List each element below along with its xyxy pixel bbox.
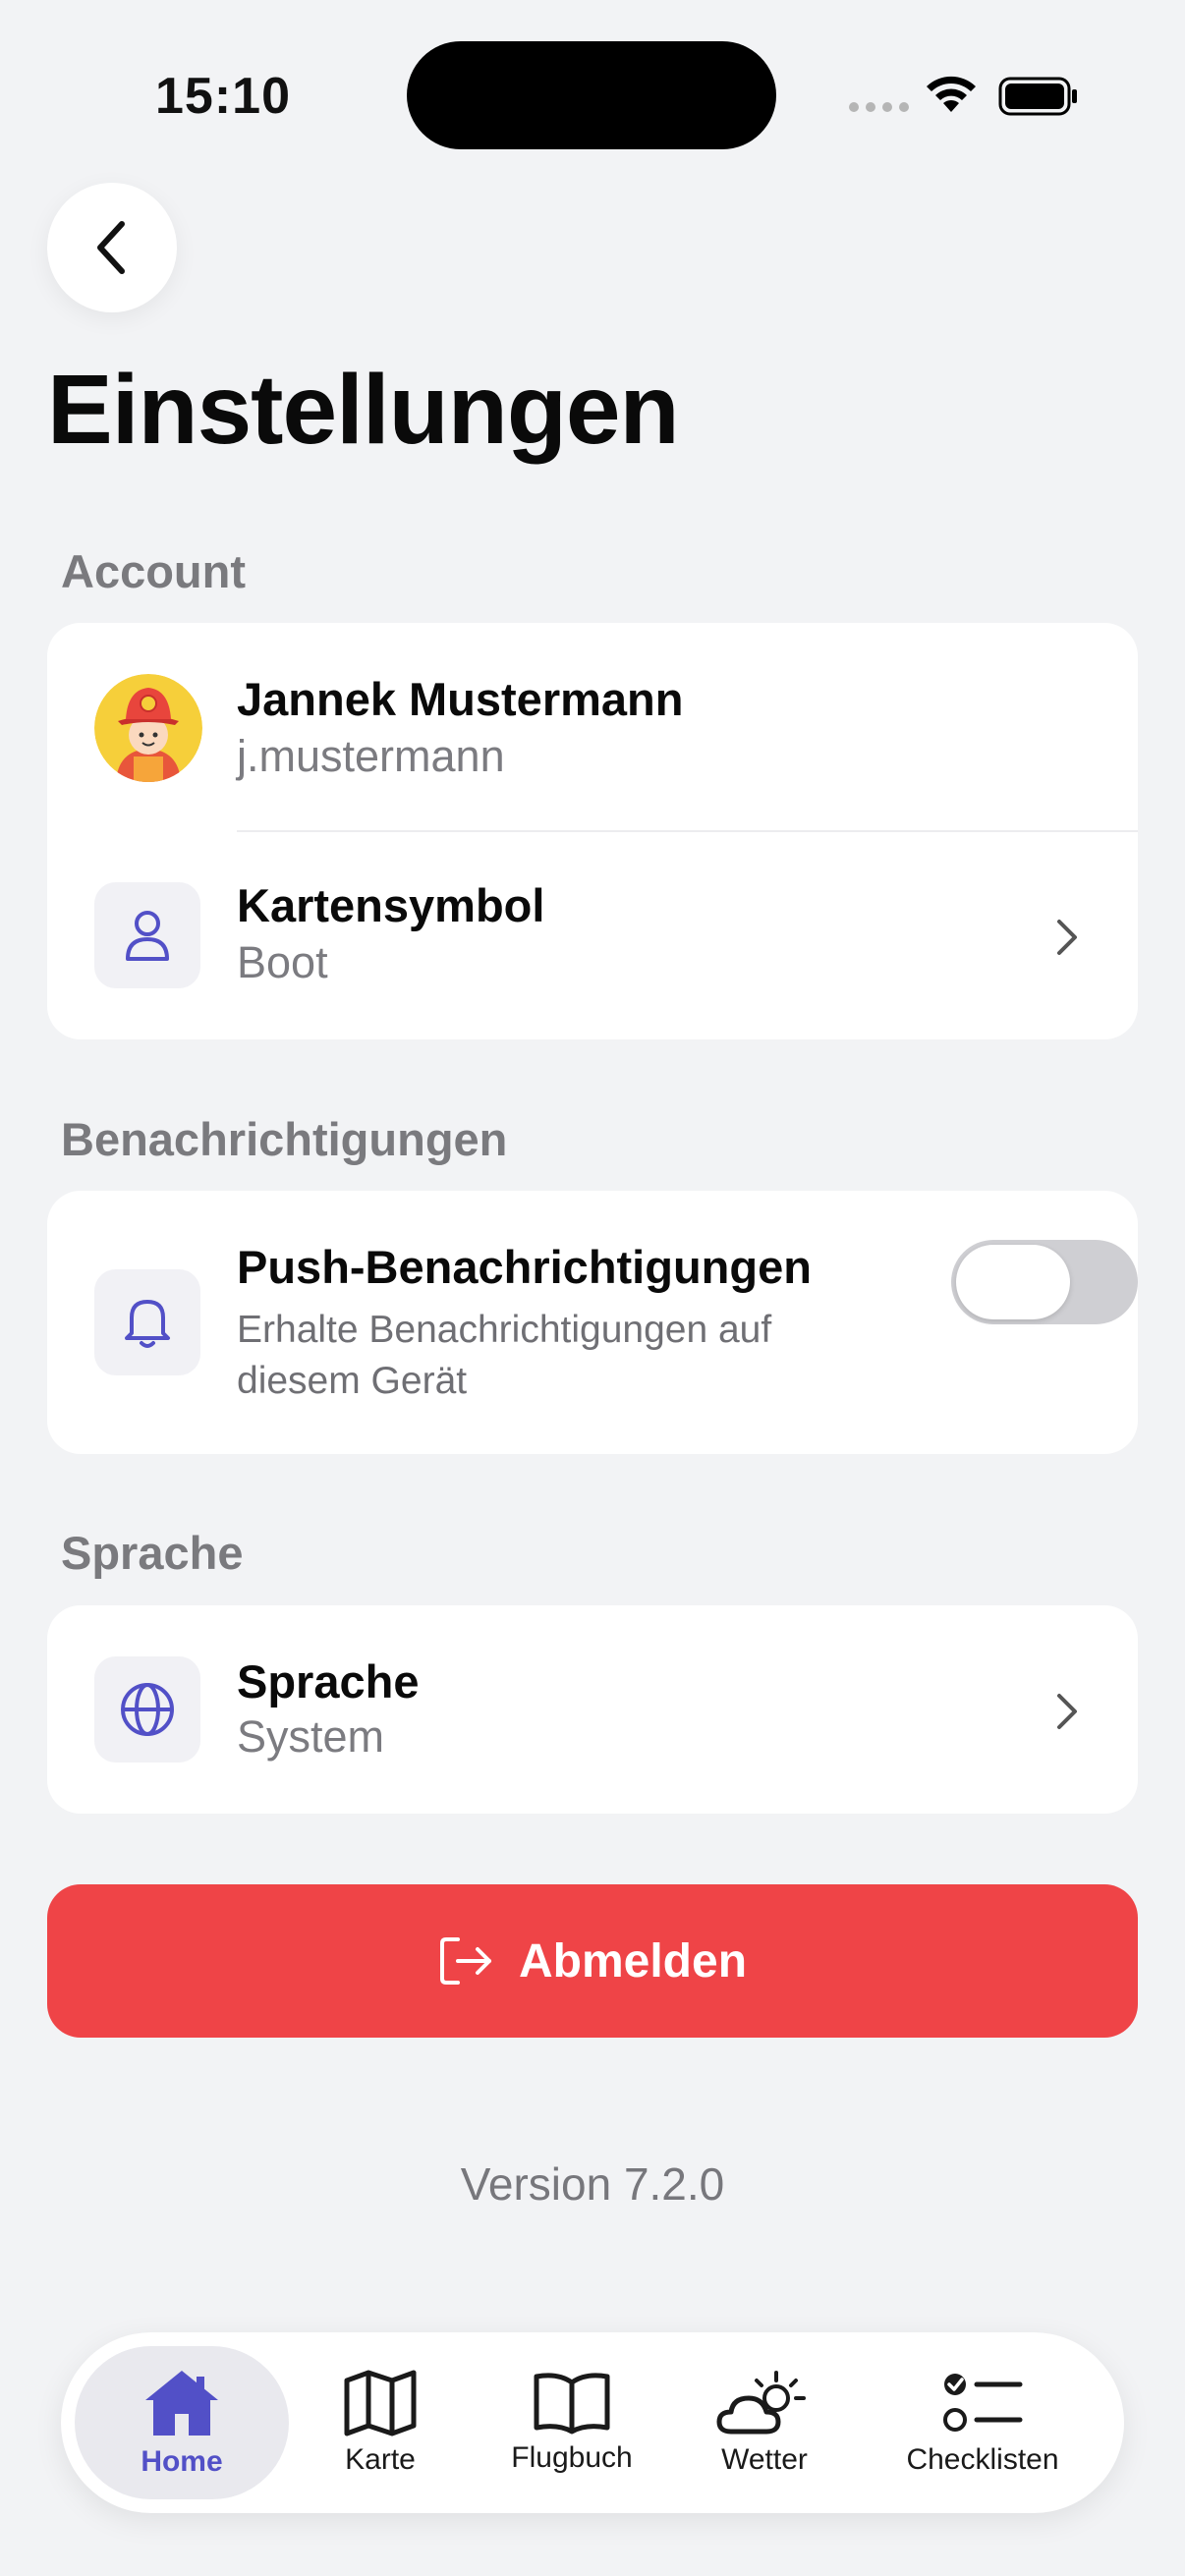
toggle-knob — [956, 1245, 1070, 1319]
map-symbol-row[interactable]: Kartensymbol Boot — [47, 831, 1138, 1039]
battery-icon — [998, 77, 1077, 116]
avatar — [94, 674, 202, 782]
tab-karte[interactable]: Karte — [297, 2346, 464, 2499]
map-symbol-value: Boot — [237, 937, 328, 987]
chevron-left-icon — [97, 221, 125, 274]
logout-label: Abmelden — [518, 1934, 748, 1988]
page-title: Einstellungen — [47, 355, 680, 465]
bell-icon — [125, 1300, 170, 1348]
language-row[interactable]: Sprache System — [47, 1605, 1138, 1814]
tab-label: Wetter — [721, 2443, 808, 2476]
icon-tile — [94, 1656, 200, 1763]
tab-label: Flugbuch — [511, 2441, 633, 2474]
section-label-language: Sprache — [61, 1527, 244, 1579]
profile-username: j.mustermann — [237, 731, 505, 781]
tab-label: Karte — [345, 2443, 416, 2476]
tab-flugbuch[interactable]: Flugbuch — [474, 2346, 670, 2499]
chevron-right-icon — [1057, 1694, 1077, 1729]
map-icon — [344, 2370, 417, 2436]
user-icon — [126, 911, 169, 961]
map-symbol-title: Kartensymbol — [237, 879, 545, 931]
signal-icon — [849, 102, 909, 112]
logout-button[interactable]: Abmelden — [47, 1884, 1138, 2038]
weather-icon — [716, 2371, 806, 2435]
back-button[interactable] — [47, 183, 177, 312]
logout-icon — [439, 1937, 491, 1985]
globe-icon — [121, 1683, 174, 1736]
account-card: Jannek Mustermann j.mustermann Kartensym… — [47, 623, 1138, 1039]
push-description: Erhalte Benachrichtigungen auf diesem Ge… — [237, 1309, 772, 1402]
profile-row[interactable]: Jannek Mustermann j.mustermann — [47, 623, 1138, 831]
language-title: Sprache — [237, 1655, 420, 1708]
icon-tile — [94, 1269, 200, 1375]
notifications-card: Push-Benachrichtigungen Erhalte Benachri… — [47, 1191, 1138, 1454]
tab-bar: Home Karte Flugbuch Wetter Checklisten — [61, 2332, 1124, 2513]
tab-wetter[interactable]: Wetter — [676, 2346, 853, 2499]
tab-home[interactable]: Home — [75, 2346, 289, 2499]
section-label-account: Account — [61, 545, 246, 597]
tab-label: Checklisten — [906, 2443, 1059, 2476]
language-value: System — [237, 1711, 385, 1762]
status-time: 15:10 — [155, 68, 291, 125]
book-icon — [534, 2373, 610, 2435]
checklist-icon — [943, 2374, 1023, 2432]
chevron-right-icon — [1057, 920, 1077, 955]
firefighter-avatar-icon — [94, 674, 202, 782]
push-title: Push-Benachrichtigungen — [237, 1241, 812, 1293]
language-card: Sprache System — [47, 1605, 1138, 1814]
wifi-icon — [927, 76, 976, 112]
app-version: Version 7.2.0 — [460, 2158, 725, 2210]
push-toggle[interactable] — [951, 1240, 1138, 1324]
tab-checklisten[interactable]: Checklisten — [863, 2346, 1102, 2499]
dynamic-island — [407, 41, 776, 149]
section-label-notifications: Benachrichtigungen — [61, 1113, 508, 1165]
icon-tile — [94, 882, 200, 988]
profile-name: Jannek Mustermann — [237, 673, 684, 725]
home-icon — [145, 2371, 218, 2436]
tab-label: Home — [141, 2445, 223, 2478]
